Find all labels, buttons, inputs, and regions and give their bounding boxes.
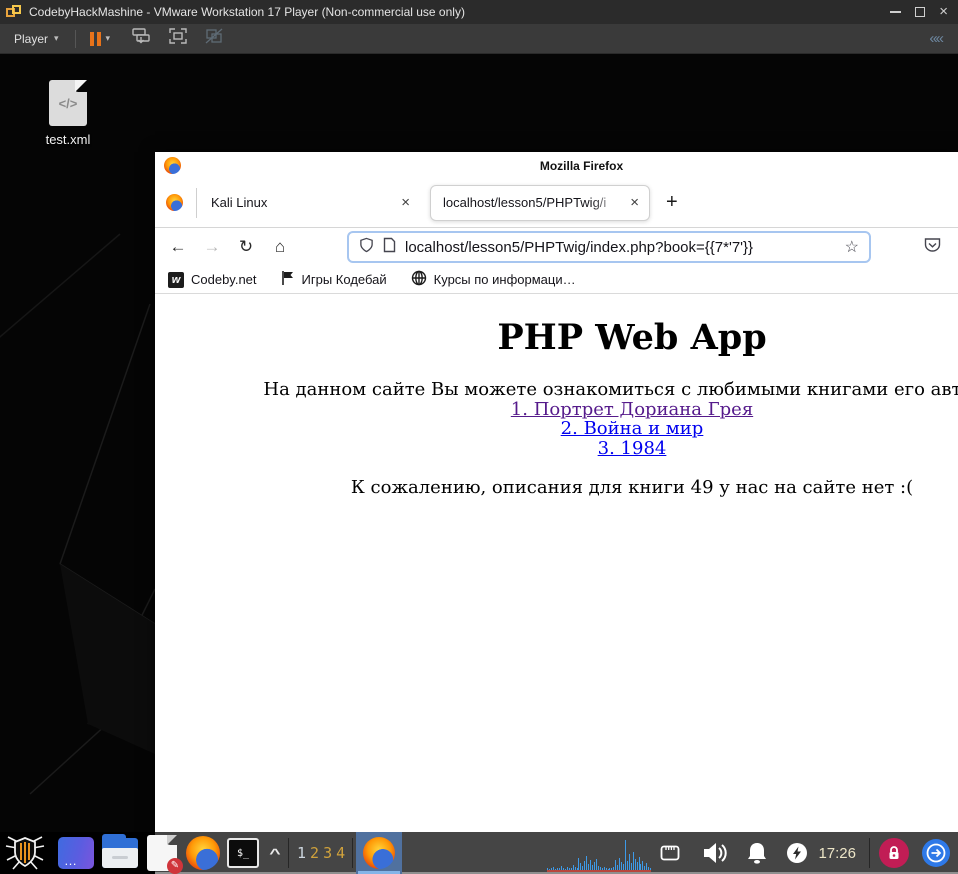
globe-icon	[411, 270, 427, 289]
player-menu-label: Player	[14, 31, 49, 46]
pause-icon	[89, 31, 101, 46]
reload-button[interactable]: ↻	[229, 237, 263, 257]
bookmark-label: Игры Кодебай	[301, 272, 387, 287]
pencil-badge-icon: ✎	[167, 858, 183, 874]
firefox-window: Mozilla Firefox Kali Linux × localhost/l…	[155, 152, 958, 832]
firefox-titlebar[interactable]: Mozilla Firefox	[155, 152, 958, 178]
bookmark-igry-codebay[interactable]: Игры Кодебай	[281, 270, 387, 289]
vmware-window-title: CodebyHackMashine - VMware Workstation 1…	[29, 5, 465, 19]
tab-kali-linux[interactable]: Kali Linux ×	[197, 178, 423, 228]
bookmarks-toolbar: w Codeby.net Игры Кодебай Курсы по инфор…	[155, 266, 958, 294]
fullscreen-button[interactable]	[168, 27, 188, 50]
flag-icon	[281, 270, 295, 289]
workspace-switcher[interactable]: 1 2 3 4	[297, 844, 345, 862]
logout-arrow-icon[interactable]	[922, 839, 950, 867]
app-window-icon[interactable]: …	[58, 837, 94, 869]
panel-expand-button[interactable]: ^	[263, 846, 287, 861]
taskbar: … ✎ $_ ^ 1 2 3 4 17:26	[0, 832, 958, 874]
notifications-bell-icon[interactable]	[744, 840, 770, 866]
page-info-icon[interactable]	[383, 237, 396, 258]
kali-desktop: </> test.xml Mozilla Firefox Kali Linux …	[0, 54, 958, 832]
new-tab-button[interactable]: +	[666, 191, 678, 214]
firefox-logo-icon	[363, 837, 396, 869]
back-button[interactable]: ←	[161, 237, 195, 257]
codeby-favicon: w	[168, 271, 184, 288]
navigation-toolbar: ← → ↻ ⌂ localhost/lesson5/PHPTwig/index.…	[155, 228, 958, 266]
book-link-1[interactable]: 1. Портрет Дориана Грея	[155, 399, 958, 420]
tab-label: localhost/lesson5/PHPTwig/i	[443, 195, 607, 210]
collapse-toolbar-button[interactable]: ««	[929, 30, 950, 47]
tab-bar: Kali Linux × localhost/lesson5/PHPTwig/i…	[155, 178, 958, 228]
workspace-1[interactable]: 1	[297, 844, 306, 862]
bookmark-codeby[interactable]: w Codeby.net	[168, 271, 257, 288]
send-ctrl-alt-del-button[interactable]	[130, 27, 152, 50]
bookmark-star-icon[interactable]: ☆	[845, 237, 859, 257]
system-monitor-graph[interactable]	[547, 838, 652, 872]
bookmark-label: Курсы по информаци…	[433, 272, 576, 287]
close-button[interactable]: ×	[939, 4, 948, 19]
firefox-task-button[interactable]	[356, 832, 403, 874]
dots-glyph: …	[64, 853, 78, 868]
close-tab-icon[interactable]: ×	[398, 194, 413, 211]
desktop-file-test-xml[interactable]: </> test.xml	[28, 80, 108, 147]
chevron-down-icon: ▾	[54, 33, 59, 43]
vm-screen: CodebyHackMashine - VMware Workstation 1…	[0, 0, 958, 874]
home-button[interactable]: ⌂	[263, 237, 297, 257]
page-content: PHP Web App На данном сайте Вы можете оз…	[155, 294, 958, 830]
intro-text: На данном сайте Вы можете ознакомиться с…	[263, 379, 958, 400]
shield-icon[interactable]	[359, 237, 374, 258]
book-link-2[interactable]: 2. Война и мир	[155, 419, 958, 439]
bookmark-kursy[interactable]: Курсы по информаци…	[411, 270, 576, 289]
text-editor-icon[interactable]: ✎	[147, 835, 183, 874]
tab-label: Kali Linux	[211, 195, 268, 210]
kali-menu-button[interactable]	[1, 834, 49, 872]
not-found-message: К сожалению, описания для книги 49 у нас…	[350, 477, 914, 498]
desktop-file-label: test.xml	[45, 132, 91, 147]
network-icon[interactable]	[660, 845, 680, 861]
firefox-launcher-icon[interactable]	[186, 836, 220, 870]
vmware-logo-icon	[6, 5, 22, 19]
player-menu[interactable]: Player ▾	[8, 29, 65, 49]
bookmark-label: Codeby.net	[191, 272, 257, 287]
terminal-launcher-icon[interactable]: $_	[227, 838, 259, 868]
toolbar-divider	[74, 29, 76, 48]
clock[interactable]: 17:26	[818, 845, 856, 862]
page-title: PHP Web App	[497, 317, 767, 358]
xml-file-icon: </>	[49, 80, 87, 126]
url-bar[interactable]: localhost/lesson5/PHPTwig/index.php?book…	[347, 231, 871, 263]
unity-mode-icon	[204, 27, 224, 50]
pocket-icon[interactable]	[923, 236, 942, 259]
forward-button[interactable]: →	[195, 237, 229, 257]
maximize-button[interactable]	[915, 7, 926, 17]
vmware-toolbar: Player ▾ ▾ ««	[0, 24, 958, 54]
vmware-titlebar: CodebyHackMashine - VMware Workstation 1…	[0, 0, 958, 24]
code-glyph: </>	[58, 96, 78, 111]
power-manager-icon[interactable]	[787, 843, 808, 863]
book-link-3[interactable]: 3. 1984	[155, 438, 958, 459]
close-tab-icon[interactable]: ×	[627, 194, 642, 211]
workspace-3[interactable]: 3	[323, 844, 332, 862]
firefox-logo-icon	[166, 194, 183, 211]
tab-localhost-active[interactable]: localhost/lesson5/PHPTwig/i ×	[430, 184, 650, 221]
prompt-glyph: $_	[236, 847, 250, 859]
chevron-down-icon: ▾	[105, 33, 111, 43]
volume-icon[interactable]	[700, 840, 728, 866]
minimize-button[interactable]	[890, 11, 902, 13]
file-manager-icon[interactable]	[102, 834, 138, 868]
firefox-window-title: Mozilla Firefox	[539, 159, 624, 173]
screen-lock-icon[interactable]	[879, 838, 909, 868]
workspace-2[interactable]: 2	[310, 844, 319, 862]
suspend-vm-button[interactable]: ▾	[86, 30, 115, 48]
workspace-4[interactable]: 4	[336, 844, 345, 862]
url-text[interactable]: localhost/lesson5/PHPTwig/index.php?book…	[405, 239, 836, 256]
